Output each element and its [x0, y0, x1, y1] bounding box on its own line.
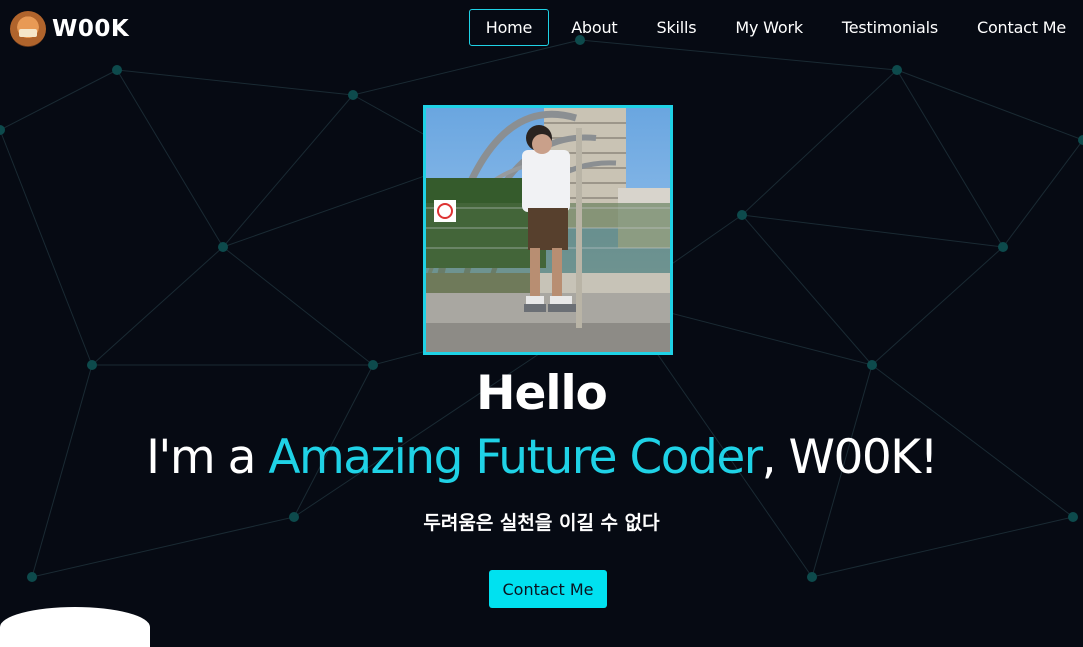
- nav-item-about[interactable]: About: [554, 9, 634, 46]
- network-node: [27, 572, 37, 582]
- network-line: [741, 214, 1004, 248]
- network-node: [1078, 135, 1083, 145]
- network-node: [892, 65, 902, 75]
- top-navbar: W00K Home About Skills My Work Testimoni…: [0, 0, 1083, 58]
- network-node: [737, 210, 747, 220]
- profile-photo: [423, 105, 673, 355]
- network-line: [0, 129, 93, 366]
- network-line: [896, 69, 1004, 248]
- network-node: [807, 572, 817, 582]
- network-node: [998, 242, 1008, 252]
- network-line: [741, 69, 898, 216]
- intro-prefix: I'm a: [146, 430, 269, 485]
- network-line: [116, 69, 224, 248]
- decorative-blob: [0, 607, 150, 647]
- brand-name: W00K: [52, 16, 130, 42]
- brand[interactable]: W00K: [10, 10, 129, 48]
- nav-item-home[interactable]: Home: [468, 9, 550, 46]
- network-line: [91, 246, 224, 366]
- network-line: [896, 69, 1083, 141]
- intro-suffix: , W00K!: [761, 430, 939, 485]
- mascot-logo-icon: [10, 11, 46, 47]
- nav-menu: Home About Skills My Work Testimonials C…: [464, 9, 1083, 46]
- network-node: [218, 242, 228, 252]
- contact-me-button[interactable]: Contact Me: [489, 570, 607, 608]
- intro-highlight: Amazing Future Coder: [268, 430, 763, 485]
- intro-heading: I'm a Amazing Future Coder, W00K!: [0, 430, 1083, 485]
- nav-item-skills[interactable]: Skills: [640, 9, 714, 46]
- network-line: [871, 246, 1004, 366]
- network-node: [0, 125, 5, 135]
- nav-item-testimonials[interactable]: Testimonials: [825, 9, 955, 46]
- network-line: [1002, 139, 1083, 248]
- network-node: [112, 65, 122, 75]
- nav-item-contact-me[interactable]: Contact Me: [960, 9, 1083, 46]
- greeting-heading: Hello: [476, 366, 608, 421]
- network-line: [741, 214, 873, 366]
- network-line: [0, 69, 118, 131]
- network-node: [348, 90, 358, 100]
- nav-item-my-work[interactable]: My Work: [718, 9, 819, 46]
- tagline: 두려움은 실천을 이길 수 없다: [423, 512, 660, 534]
- network-line: [222, 246, 374, 366]
- network-line: [116, 69, 354, 96]
